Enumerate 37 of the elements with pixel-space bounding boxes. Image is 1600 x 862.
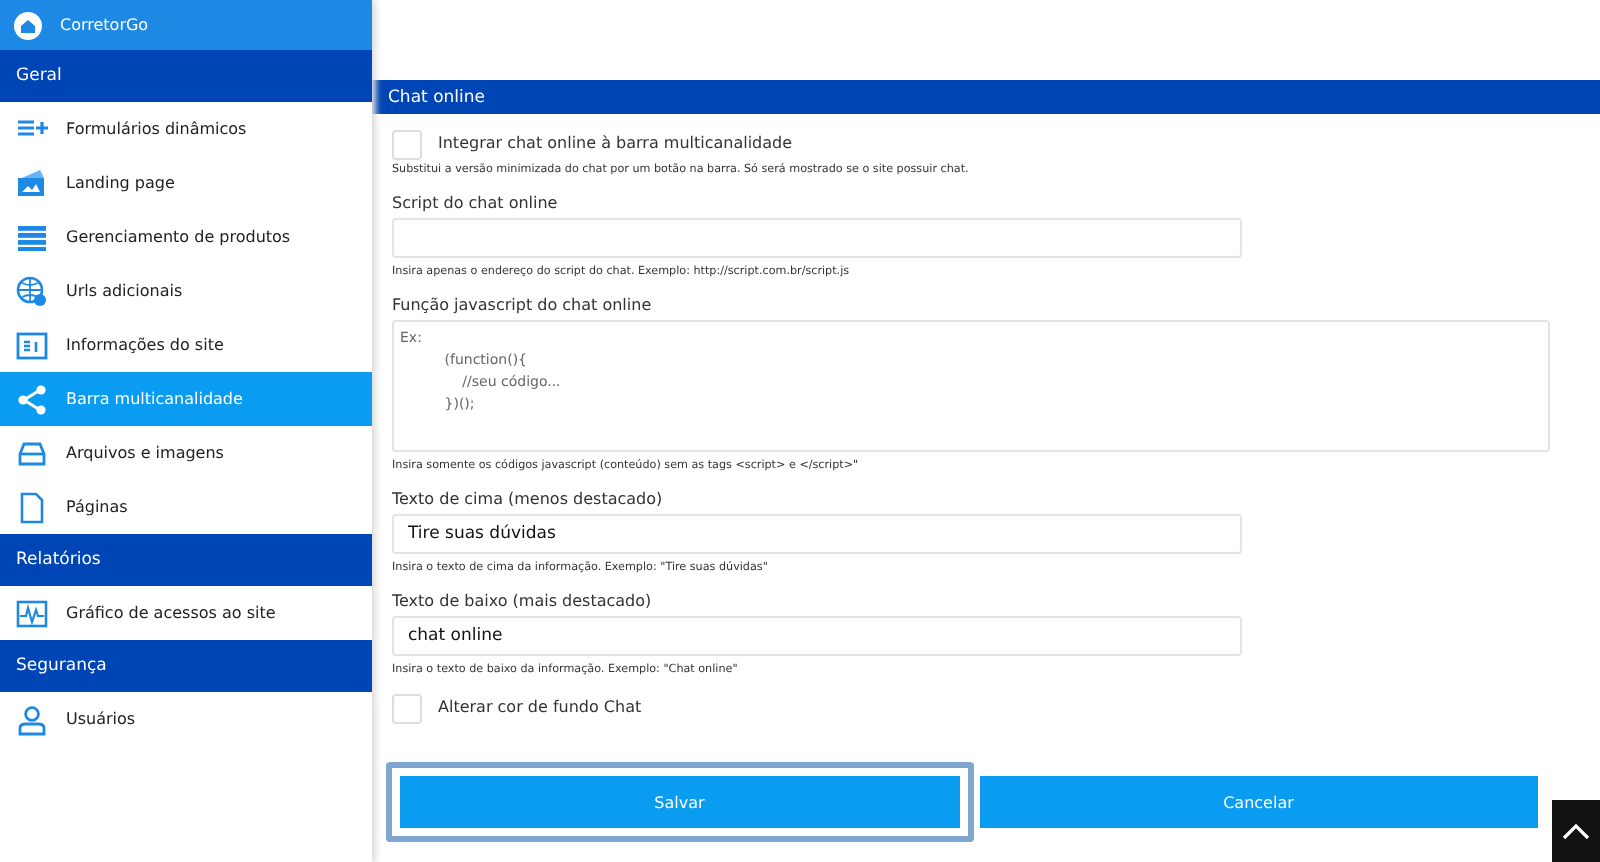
user-icon: [16, 703, 48, 735]
sidebar-item[interactable]: Gerenciamento de produtos: [0, 210, 372, 264]
sidebar-item[interactable]: Páginas: [0, 480, 372, 534]
page-icon: [16, 491, 48, 523]
chevron-up-icon: [1562, 821, 1590, 841]
panel-header: Chat online: [372, 80, 1600, 114]
field-label: Texto de baixo (mais destacado): [392, 592, 654, 612]
home-icon: [14, 11, 42, 39]
sidebar-item[interactable]: Gráfico de acessos ao site: [0, 586, 372, 640]
scroll-top-button[interactable]: [1552, 800, 1600, 862]
sidebar-item[interactable]: Informações do site: [0, 318, 372, 372]
sidebar-item[interactable]: Formulários dinâmicos: [0, 102, 372, 156]
field-label: Script do chat online: [392, 194, 560, 214]
share-icon: [16, 383, 48, 415]
section-header: Relatórios: [0, 534, 372, 586]
section-header: Segurança: [0, 640, 372, 692]
drive-icon: [16, 437, 48, 469]
chart-icon: [16, 597, 48, 629]
sidebar-item[interactable]: Urls adicionais: [0, 264, 372, 318]
list-icon: [16, 221, 48, 253]
brand-name: CorretorGo: [60, 16, 149, 34]
sidebar-item[interactable]: Landing page: [0, 156, 372, 210]
checkbox-label: Integrar chat online à barra multicanalidade: [438, 134, 793, 154]
checkbox[interactable]: [392, 129, 422, 159]
checkbox-label: Alterar cor de fundo Chat: [438, 698, 642, 718]
field-label: Texto de cima (menos destacado): [392, 490, 665, 510]
info-card-icon: [16, 329, 48, 361]
section-header: Geral: [0, 50, 372, 102]
field-label: Função javascript do chat online: [392, 296, 654, 316]
input-field[interactable]: Tire suas dúvidas: [392, 514, 1242, 554]
input-field[interactable]: [392, 218, 1242, 258]
sidebar-item[interactable]: Usuários: [0, 692, 372, 746]
sidebar-item[interactable]: Arquivos e imagens: [0, 426, 372, 480]
picture-card-icon: [16, 167, 48, 199]
globe-icon: [16, 275, 48, 307]
input-field[interactable]: chat online: [392, 616, 1242, 656]
checkbox[interactable]: [392, 693, 422, 723]
